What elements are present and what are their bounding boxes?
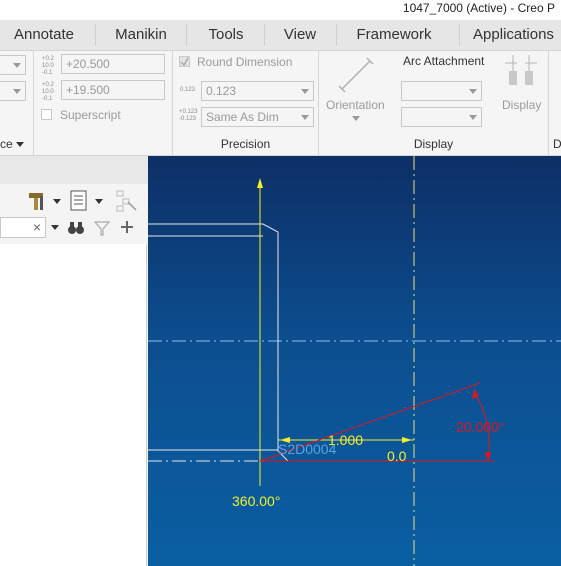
lower-tolerance-field[interactable]: +19.500 [61, 80, 165, 100]
clear-search-button[interactable]: × [33, 219, 41, 235]
ribbon-tabs: Annotate Manikin Tools View Framework Ap… [0, 20, 561, 51]
decimal-places-dropdown[interactable]: 0.123 [201, 81, 314, 101]
model-tree-area[interactable] [0, 244, 147, 566]
add-icon[interactable] [119, 219, 135, 235]
tab-annotate[interactable]: Annotate [0, 20, 88, 50]
tab-tools[interactable]: Tools [190, 20, 262, 50]
display-group-label: Display [413, 137, 454, 151]
decimal-places-icon: 0.123 [180, 87, 196, 93]
tab-applications[interactable]: Applications [466, 20, 561, 50]
round-dimension-checkbox[interactable] [179, 56, 190, 67]
tab-divider [459, 24, 460, 46]
orientation-button[interactable]: Orientation [326, 98, 385, 112]
dimension-angle-text: 20.000° [456, 419, 504, 435]
tab-divider [264, 24, 265, 46]
part-outline [148, 223, 279, 451]
dimension-angle-bottom-text: 360.00° [232, 493, 280, 509]
yellow-arrowhead [402, 437, 412, 443]
left-dropdown-1[interactable] [0, 55, 26, 75]
left-group-label[interactable]: ce [0, 137, 25, 151]
arc-attachment-label: Arc Attachment [403, 54, 485, 68]
settings-tools-icon[interactable] [26, 190, 48, 212]
left-dropdown-2[interactable] [0, 81, 26, 101]
ribbon-panel: ce +0.2 10.0 -0.1 +20.500 +0.2 10.0 -0.1… [0, 51, 561, 156]
filter-funnel-icon[interactable] [93, 220, 111, 236]
red-arrowhead [484, 452, 491, 461]
group-divider [33, 51, 34, 155]
yellow-arrowhead [257, 178, 263, 188]
tab-framework[interactable]: Framework [340, 20, 448, 50]
display-button[interactable]: Display [502, 98, 541, 112]
tab-divider [95, 24, 96, 46]
tab-manikin[interactable]: Manikin [100, 20, 182, 50]
superscript-checkbox[interactable] [41, 109, 52, 120]
chevron-down-icon [352, 116, 360, 121]
find-binoculars-icon[interactable] [67, 220, 85, 236]
lower-tolerance-icon: +0.2 10.0 -0.1 [42, 82, 54, 102]
chevron-down-icon [16, 142, 25, 148]
arc-attachment-dropdown-2[interactable] [401, 107, 482, 127]
tree-filter-icon[interactable] [116, 190, 138, 212]
dimension-zero-text: 0.0 [387, 448, 407, 464]
show-list-icon[interactable] [70, 190, 88, 212]
group-divider [548, 51, 549, 155]
panel-header [0, 156, 148, 184]
display-icon [503, 55, 539, 91]
arc-attachment-dropdown-1[interactable] [401, 81, 482, 101]
window-title: 1047_7000 (Active) - Creo P [402, 1, 555, 15]
title-bar: 1047_7000 (Active) - Creo P [0, 0, 561, 20]
orientation-icon [336, 55, 376, 95]
tolerance-decimal-dropdown[interactable]: Same As Dim [201, 107, 314, 127]
upper-tolerance-field[interactable]: +20.500 [61, 54, 165, 74]
search-input[interactable]: × [0, 217, 46, 238]
next-group-label: D [553, 137, 561, 151]
tolerance-decimal-icon: +0.123 -0.123 [179, 109, 198, 122]
chevron-down-icon[interactable] [95, 199, 103, 204]
chevron-down-icon[interactable] [51, 225, 59, 230]
drawing-svg: 1.000 S2D0004 0.0 20.000° 360.00° [148, 156, 561, 566]
check-icon [180, 57, 189, 66]
dimension-symbol-text: S2D0004 [278, 441, 337, 457]
round-dimension-label: Round Dimension [197, 55, 293, 69]
superscript-label: Superscript [60, 108, 121, 122]
graphics-canvas[interactable]: 1.000 S2D0004 0.0 20.000° 360.00° [148, 156, 561, 566]
chevron-down-icon[interactable] [53, 199, 61, 204]
tab-view[interactable]: View [268, 20, 332, 50]
upper-tolerance-icon: +0.2 10.0 -0.1 [42, 56, 54, 76]
precision-group-label: Precision [220, 137, 271, 151]
tab-divider [336, 24, 337, 46]
tab-divider [186, 24, 187, 46]
